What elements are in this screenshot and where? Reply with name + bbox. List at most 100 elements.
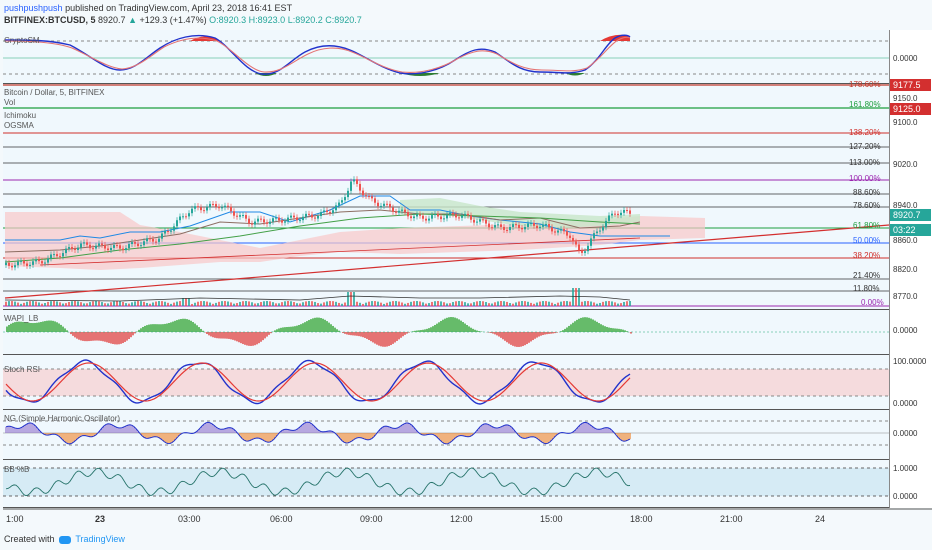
wapi-bar	[232, 332, 234, 340]
candle-body	[260, 218, 262, 220]
candle-body	[395, 211, 397, 213]
candle-body	[524, 226, 526, 230]
candle-body	[344, 197, 346, 201]
wapi-bar	[600, 324, 602, 332]
volume-bar	[101, 302, 103, 306]
candle-body	[128, 244, 130, 249]
wapi-bar	[310, 319, 312, 332]
volume-bar	[266, 301, 268, 306]
fib-label: 88.60%	[853, 188, 881, 197]
volume-bar	[287, 301, 289, 306]
volume-bar	[50, 301, 52, 306]
wapi-bar	[460, 320, 462, 332]
candle-body	[548, 224, 550, 228]
candle-body	[173, 226, 175, 231]
wapi-bar	[356, 332, 358, 336]
candle-body	[83, 242, 85, 244]
volume-bar	[83, 303, 85, 306]
volume-bar	[113, 301, 115, 306]
cryptosm-axis-zero: 0.0000	[893, 54, 918, 63]
wapi-bar	[326, 321, 328, 332]
volume-bar	[92, 301, 94, 306]
candle-body	[542, 224, 544, 227]
volume-bar	[467, 303, 469, 306]
wapi-bar	[568, 325, 570, 332]
volume-bar	[185, 298, 187, 306]
candle-body	[440, 216, 442, 220]
wapi-bar	[300, 324, 302, 332]
candle-body	[320, 212, 322, 216]
candle-body	[134, 242, 136, 244]
candle-body	[356, 179, 358, 184]
candle-body	[167, 230, 169, 232]
volume-bar	[263, 301, 265, 306]
wapi-bar	[116, 332, 118, 345]
wapi-bar	[512, 332, 514, 346]
wapi-bar	[210, 332, 212, 337]
wapi-bar	[314, 317, 316, 332]
wapi-bar	[494, 332, 496, 335]
volume-bar	[152, 302, 154, 306]
candle-body	[530, 223, 532, 225]
volume-bar	[398, 301, 400, 306]
wapi-bar	[370, 332, 372, 342]
volume-bar	[524, 301, 526, 306]
volume-bar	[386, 302, 388, 306]
fib-label: 78.60%	[853, 201, 881, 210]
wapi-bar	[354, 332, 356, 336]
volume-bar	[551, 302, 553, 306]
volume-bar	[437, 301, 439, 306]
volume-bar	[575, 288, 577, 306]
candle-body	[416, 214, 418, 217]
candle-body	[65, 248, 67, 254]
candle-body	[623, 209, 625, 213]
volume-bar	[260, 302, 262, 306]
wapi-bar	[28, 322, 30, 332]
candle-body	[329, 211, 331, 213]
candle-body	[452, 212, 454, 215]
volume-bar	[224, 301, 226, 306]
wapi-bar	[584, 317, 586, 332]
volume-bar	[218, 301, 220, 306]
wapi-bar	[308, 320, 310, 332]
volume-bar	[176, 301, 178, 306]
wapi-bar	[534, 332, 536, 339]
ogsma-label: OGSMA	[4, 121, 34, 130]
wapi-bar	[146, 325, 148, 332]
wapi-bar	[394, 332, 396, 343]
candle-body	[500, 224, 502, 227]
candle-body	[404, 209, 406, 213]
volume-bar	[500, 301, 502, 306]
fib-levels	[3, 84, 889, 307]
wapi-bar	[24, 322, 26, 332]
wapi-bar	[98, 332, 100, 341]
candle-body	[575, 241, 577, 245]
brand-link[interactable]: TradingView	[75, 534, 125, 544]
volume-bar	[365, 302, 367, 306]
volume-bar	[20, 303, 22, 306]
wapi-bar	[598, 323, 600, 332]
wapi-bar	[526, 332, 528, 345]
volume-bar	[230, 302, 232, 306]
wapi-bar	[422, 329, 424, 332]
wapi-bar	[280, 327, 282, 332]
volume-bar	[404, 303, 406, 306]
wapi-bar	[80, 332, 82, 341]
wapi-bar	[572, 322, 574, 332]
wapi-bar	[54, 321, 56, 332]
volume-bar	[512, 303, 514, 306]
volume-bar	[17, 302, 19, 306]
wapi-bar	[364, 332, 366, 338]
candle-body	[152, 238, 154, 242]
volume-bar	[380, 302, 382, 306]
wapi-bar	[602, 325, 604, 332]
volume-bar	[149, 303, 151, 306]
volume-bar	[116, 301, 118, 306]
wapi-bar	[610, 327, 612, 332]
volume-bar	[248, 301, 250, 306]
volume-bar	[518, 301, 520, 306]
volume-bar	[566, 301, 568, 306]
candle-body	[209, 203, 211, 208]
wapi-bar	[200, 328, 202, 332]
wapi-bar	[66, 330, 68, 332]
